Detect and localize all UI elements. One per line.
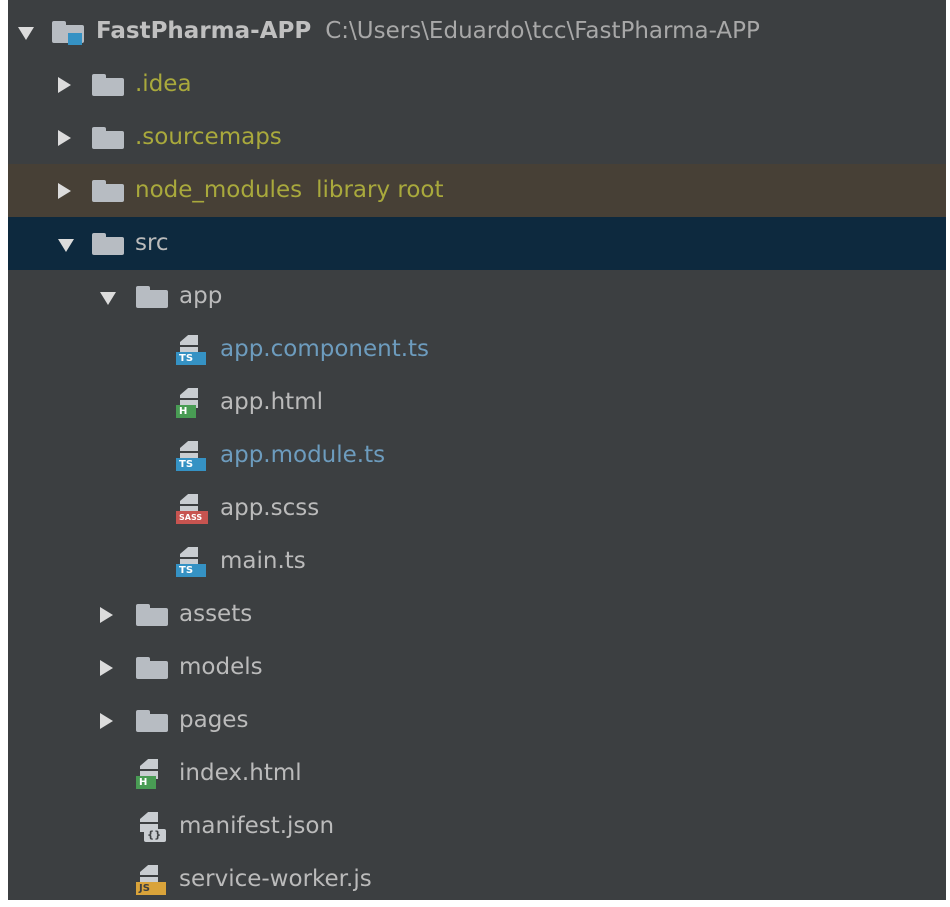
html-badge: H bbox=[176, 405, 196, 418]
collapse-arrow-icon[interactable] bbox=[96, 694, 118, 747]
folder-icon bbox=[92, 233, 124, 255]
tree-item-app-html[interactable]: H app.html bbox=[8, 376, 946, 429]
tree-item-label: node_modules library root bbox=[135, 164, 444, 217]
tree-item-assets[interactable]: assets bbox=[8, 588, 946, 641]
typescript-file-icon: TS bbox=[176, 441, 212, 471]
js-badge: JS bbox=[136, 882, 166, 895]
expand-arrow-icon[interactable] bbox=[14, 5, 36, 58]
tree-item-label: assets bbox=[179, 601, 253, 627]
tree-item-label: manifest.json bbox=[179, 813, 335, 839]
html-badge: H bbox=[136, 776, 156, 789]
typescript-file-icon: TS bbox=[176, 547, 212, 577]
tree-item-sourcemaps[interactable]: .sourcemaps bbox=[8, 111, 946, 164]
tree-item-models[interactable]: models bbox=[8, 641, 946, 694]
html-file-icon: H bbox=[136, 759, 172, 789]
tree-item-src[interactable]: src bbox=[8, 217, 946, 270]
project-path: C:\Users\Eduardo\tcc\FastPharma-APP bbox=[325, 18, 760, 44]
tree-item-main-ts[interactable]: TS main.ts bbox=[8, 535, 946, 588]
project-name: FastPharma-APP bbox=[96, 18, 312, 44]
collapse-arrow-icon[interactable] bbox=[54, 164, 76, 217]
tree-item-index-html[interactable]: H index.html bbox=[8, 747, 946, 800]
tree-item-label: src bbox=[135, 230, 169, 256]
node-modules-name: node_modules bbox=[135, 177, 303, 203]
tree-item-service-worker-js[interactable]: JS service-worker.js bbox=[8, 853, 946, 900]
folder-icon bbox=[92, 180, 124, 202]
folder-icon bbox=[136, 604, 168, 626]
folder-icon bbox=[136, 710, 168, 732]
tree-item-app-module-ts[interactable]: TS app.module.ts bbox=[8, 429, 946, 482]
project-tree-panel: FastPharma-APP C:\Users\Eduardo\tcc\FastP… bbox=[8, 0, 946, 900]
tree-item-label: models bbox=[179, 654, 263, 680]
project-label: FastPharma-APP C:\Users\Eduardo\tcc\FastP… bbox=[96, 5, 760, 58]
tree-item-app-scss[interactable]: SASS app.scss bbox=[8, 482, 946, 535]
tree-item-app-component-ts[interactable]: TS app.component.ts bbox=[8, 323, 946, 376]
folder-icon bbox=[136, 286, 168, 308]
ts-badge: TS bbox=[176, 564, 206, 577]
collapse-arrow-icon[interactable] bbox=[54, 111, 76, 164]
tree-item-label: app bbox=[179, 283, 223, 309]
tree-item-project-root[interactable]: FastPharma-APP C:\Users\Eduardo\tcc\FastP… bbox=[8, 5, 946, 58]
typescript-file-icon: TS bbox=[176, 335, 212, 365]
tree-item-label: service-worker.js bbox=[179, 866, 372, 892]
javascript-file-icon: JS bbox=[136, 865, 172, 895]
library-root-tag: library root bbox=[316, 177, 444, 203]
ts-badge: TS bbox=[176, 352, 206, 365]
sass-badge: SASS bbox=[176, 511, 208, 524]
tree-item-idea[interactable]: .idea bbox=[8, 58, 946, 111]
collapse-arrow-icon[interactable] bbox=[96, 641, 118, 694]
expand-arrow-icon[interactable] bbox=[54, 217, 76, 270]
project-badge-icon bbox=[68, 33, 82, 45]
folder-icon bbox=[92, 127, 124, 149]
tree-item-manifest-json[interactable]: {} manifest.json bbox=[8, 800, 946, 853]
tree-item-label: app.html bbox=[220, 389, 323, 415]
tree-item-label: app.module.ts bbox=[220, 442, 386, 468]
tree-item-app[interactable]: app bbox=[8, 270, 946, 323]
project-tree: FastPharma-APP C:\Users\Eduardo\tcc\FastP… bbox=[8, 5, 946, 900]
collapse-arrow-icon[interactable] bbox=[54, 58, 76, 111]
sass-file-icon: SASS bbox=[176, 494, 212, 524]
tree-item-label: main.ts bbox=[220, 548, 306, 574]
tree-item-label: index.html bbox=[179, 760, 302, 786]
html-file-icon: H bbox=[176, 388, 212, 418]
json-file-icon: {} bbox=[136, 812, 172, 842]
ts-badge: TS bbox=[176, 458, 206, 471]
tree-item-label: .sourcemaps bbox=[135, 124, 282, 150]
json-badge: {} bbox=[144, 829, 166, 842]
tree-item-label: pages bbox=[179, 707, 249, 733]
tree-item-pages[interactable]: pages bbox=[8, 694, 946, 747]
tree-item-label: app.scss bbox=[220, 495, 320, 521]
tree-item-label: .idea bbox=[135, 71, 192, 97]
tree-item-label: app.component.ts bbox=[220, 336, 430, 362]
collapse-arrow-icon[interactable] bbox=[96, 588, 118, 641]
folder-icon bbox=[92, 74, 124, 96]
tree-item-node-modules[interactable]: node_modules library root bbox=[8, 164, 946, 217]
folder-icon bbox=[136, 657, 168, 679]
expand-arrow-icon[interactable] bbox=[96, 270, 118, 323]
